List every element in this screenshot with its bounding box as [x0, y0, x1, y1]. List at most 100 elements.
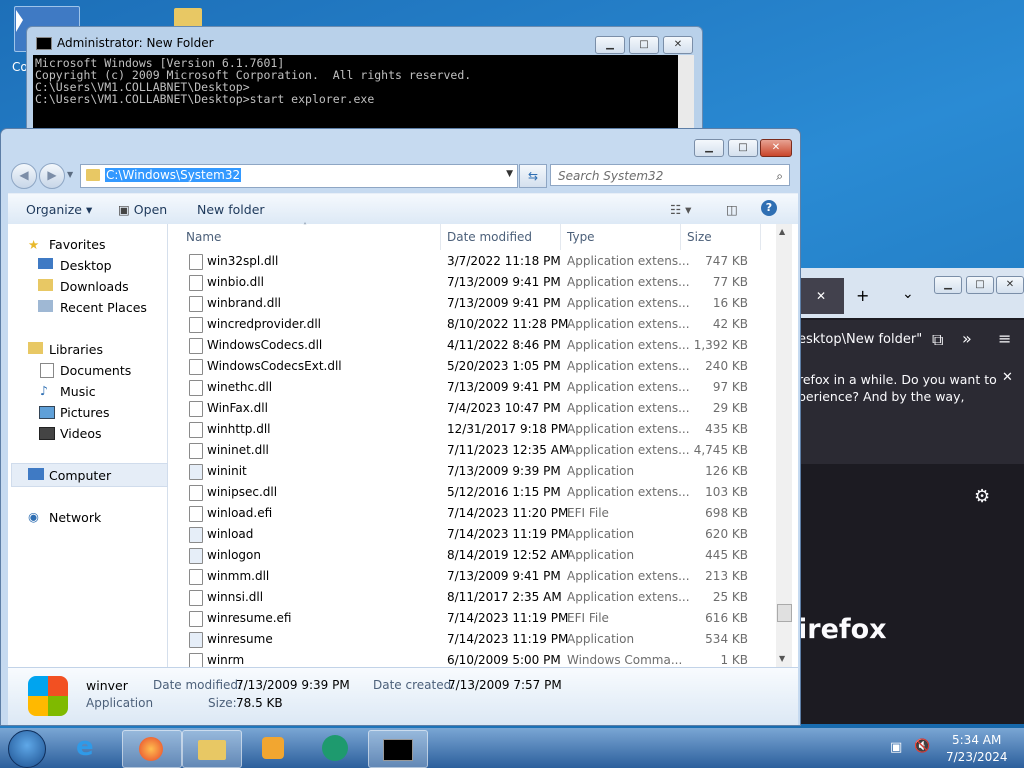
forward-button[interactable]: ▶	[39, 163, 65, 189]
notice-close-icon[interactable]: ✕	[1002, 370, 1013, 385]
new-folder-button[interactable]: New folder	[197, 202, 265, 217]
table-row[interactable]: winbrand.dll 7/13/2009 9:41 PM Application…	[183, 293, 773, 314]
cmd-maximize-button[interactable]: □	[629, 36, 659, 54]
column-header-name[interactable]: Name	[180, 224, 441, 250]
search-input[interactable]: Search System32 ⌕	[550, 164, 790, 186]
tab-list-icon[interactable]: ⌄	[902, 286, 914, 302]
cmd-window[interactable]: Administrator: New Folder ▁ □ ✕ Microsof…	[26, 26, 703, 139]
file-icon	[189, 569, 203, 585]
file-date: 7/13/2009 9:41 PM	[447, 296, 561, 310]
nav-network[interactable]: Network	[49, 510, 101, 525]
file-date: 7/14/2023 11:19 PM	[447, 611, 569, 625]
table-row[interactable]: winhttp.dll 12/31/2017 9:18 PM Application…	[183, 419, 773, 440]
table-row[interactable]: WindowsCodecs.dll 4/11/2022 8:46 PM Applic…	[183, 335, 773, 356]
address-bar[interactable]: C:\Windows\System32 ▼	[80, 164, 518, 188]
cmd-close-button[interactable]: ✕	[663, 36, 693, 54]
file-list[interactable]: Name ˄ Date modified Type Size win32spl.…	[168, 222, 798, 669]
file-list-scrollbar[interactable]: ▲ ▼	[776, 224, 792, 667]
tab-close-icon[interactable]: ✕	[798, 278, 844, 314]
refresh-icon[interactable]: ⇆	[519, 164, 547, 188]
explorer-minimize-button[interactable]: ▁	[694, 139, 724, 157]
table-row[interactable]: winlogon 8/14/2019 12:52 AM Application 445…	[183, 545, 773, 566]
clock-time[interactable]: 5:34 AM	[952, 733, 1001, 747]
table-row[interactable]: wininet.dll 7/11/2023 12:35 AM Application…	[183, 440, 773, 461]
details-size: 78.5 KB	[236, 696, 283, 710]
extensions-icon[interactable]: ⧉	[932, 330, 943, 350]
firefox-taskbar-button[interactable]	[122, 730, 182, 768]
favorites-star-icon: ★	[28, 237, 40, 252]
urlbar-text: esktop\New folder"	[798, 332, 923, 347]
file-size: 29 KB	[712, 401, 748, 415]
scroll-thumb[interactable]	[777, 604, 792, 622]
table-row[interactable]: winload 7/14/2023 11:19 PM Application 620 …	[183, 524, 773, 545]
settings-gear-icon[interactable]: ⚙	[974, 486, 990, 507]
new-tab-icon[interactable]: +	[856, 286, 869, 305]
nav-videos[interactable]: Videos	[60, 426, 102, 441]
open-button[interactable]: ▣ Open	[118, 202, 167, 217]
help-icon[interactable]: ?	[761, 200, 777, 216]
app-taskbar-button[interactable]	[306, 730, 364, 766]
scroll-up-icon[interactable]: ▲	[779, 227, 785, 236]
cmd-minimize-button[interactable]: ▁	[595, 36, 625, 54]
column-header-type[interactable]: Type	[561, 224, 681, 250]
nav-favorites[interactable]: Favorites	[49, 237, 105, 252]
column-header-date[interactable]: Date modified	[441, 224, 561, 250]
organize-button[interactable]: Organize ▾	[26, 202, 92, 217]
firefox-urlbar[interactable]: esktop\New folder" ⧉ » ≡	[798, 320, 1024, 362]
file-date: 5/20/2023 1:05 PM	[447, 359, 561, 373]
table-row[interactable]: winbio.dll 7/13/2009 9:41 PM Application e…	[183, 272, 773, 293]
explorer-close-button[interactable]: ✕	[760, 139, 792, 157]
cmd-scrollbar[interactable]	[678, 55, 694, 137]
overflow-chevrons-icon[interactable]: »	[962, 329, 972, 348]
table-row[interactable]: winresume.efi 7/14/2023 11:19 PM EFI File 6…	[183, 608, 773, 629]
network-tray-icon[interactable]: ▣	[890, 740, 902, 755]
table-row[interactable]: winmm.dll 7/13/2009 9:41 PM Application ex…	[183, 566, 773, 587]
table-row[interactable]: winload.efi 7/14/2023 11:20 PM EFI File 698…	[183, 503, 773, 524]
recent-pages-dropdown-icon[interactable]: ▼	[67, 170, 73, 179]
file-size: 1,392 KB	[693, 338, 748, 352]
explorer-taskbar-button[interactable]	[182, 730, 242, 768]
explorer-maximize-button[interactable]: □	[728, 139, 758, 157]
start-button[interactable]	[8, 730, 46, 768]
table-row[interactable]: winipsec.dll 5/12/2016 1:15 PM Application…	[183, 482, 773, 503]
nav-desktop[interactable]: Desktop	[60, 258, 112, 273]
table-row[interactable]: WinFax.dll 7/4/2023 10:47 PM Application e…	[183, 398, 773, 419]
table-row[interactable]: winnsi.dll 8/11/2017 2:35 AM Application e…	[183, 587, 773, 608]
address-dropdown-icon[interactable]: ▼	[506, 169, 513, 179]
cmd-console[interactable]: Microsoft Windows [Version 6.1.7601] Copy…	[33, 55, 687, 139]
nav-recent-places[interactable]: Recent Places	[60, 300, 147, 315]
volume-muted-icon[interactable]: 🔇	[914, 739, 930, 754]
back-button[interactable]: ◀	[11, 163, 37, 189]
cmd-taskbar-button[interactable]	[368, 730, 428, 768]
firefox-close-button[interactable]: ✕	[996, 276, 1024, 294]
table-row[interactable]: wincredprovider.dll 8/10/2022 11:28 PM App…	[183, 314, 773, 335]
file-name: winload.efi	[207, 506, 273, 520]
clock-date[interactable]: 7/23/2024	[946, 750, 1008, 764]
explorer-window[interactable]: ▁ □ ✕ ◀ ▶ ▼ C:\Windows\System32 ▼ ⇆ Sear…	[0, 128, 801, 726]
table-row[interactable]: winethc.dll 7/13/2009 9:41 PM Application …	[183, 377, 773, 398]
nav-pictures[interactable]: Pictures	[60, 405, 110, 420]
ie-taskbar-button[interactable]: e	[62, 730, 120, 766]
table-row[interactable]: win32spl.dll 3/7/2022 11:18 PM Application…	[183, 251, 773, 272]
table-row[interactable]: wininit 7/13/2009 9:39 PM Application 126 K…	[183, 461, 773, 482]
firefox-window[interactable]: ▁ □ ✕ ✕ + ⌄ esktop\New folder" ⧉ » ≡ ref…	[798, 268, 1024, 724]
firefox-minimize-button[interactable]: ▁	[934, 276, 962, 294]
scroll-down-icon[interactable]: ▼	[779, 654, 785, 663]
view-options-icon[interactable]: ☷ ▾	[670, 202, 691, 217]
nav-libraries[interactable]: Libraries	[49, 342, 103, 357]
desktop-folder-icon[interactable]	[174, 8, 202, 28]
nav-documents[interactable]: Documents	[60, 363, 131, 378]
table-row[interactable]: WindowsCodecsExt.dll 5/20/2023 1:05 PM App…	[183, 356, 773, 377]
nav-music[interactable]: Music	[60, 384, 96, 399]
menu-hamburger-icon[interactable]: ≡	[998, 329, 1011, 348]
file-size: 698 KB	[705, 506, 748, 520]
preview-pane-icon[interactable]: ◫	[726, 202, 738, 217]
firefox-maximize-button[interactable]: □	[966, 276, 994, 294]
nav-downloads[interactable]: Downloads	[60, 279, 129, 294]
media-player-taskbar-button[interactable]	[244, 730, 302, 766]
notice-text: perience? And by the way,	[798, 389, 965, 404]
column-header-size[interactable]: Size	[681, 224, 761, 250]
nav-computer[interactable]: Computer	[49, 468, 111, 483]
table-row[interactable]: winresume 7/14/2023 11:19 PM Application 53…	[183, 629, 773, 650]
file-date: 6/10/2009 5:00 PM	[447, 653, 561, 667]
